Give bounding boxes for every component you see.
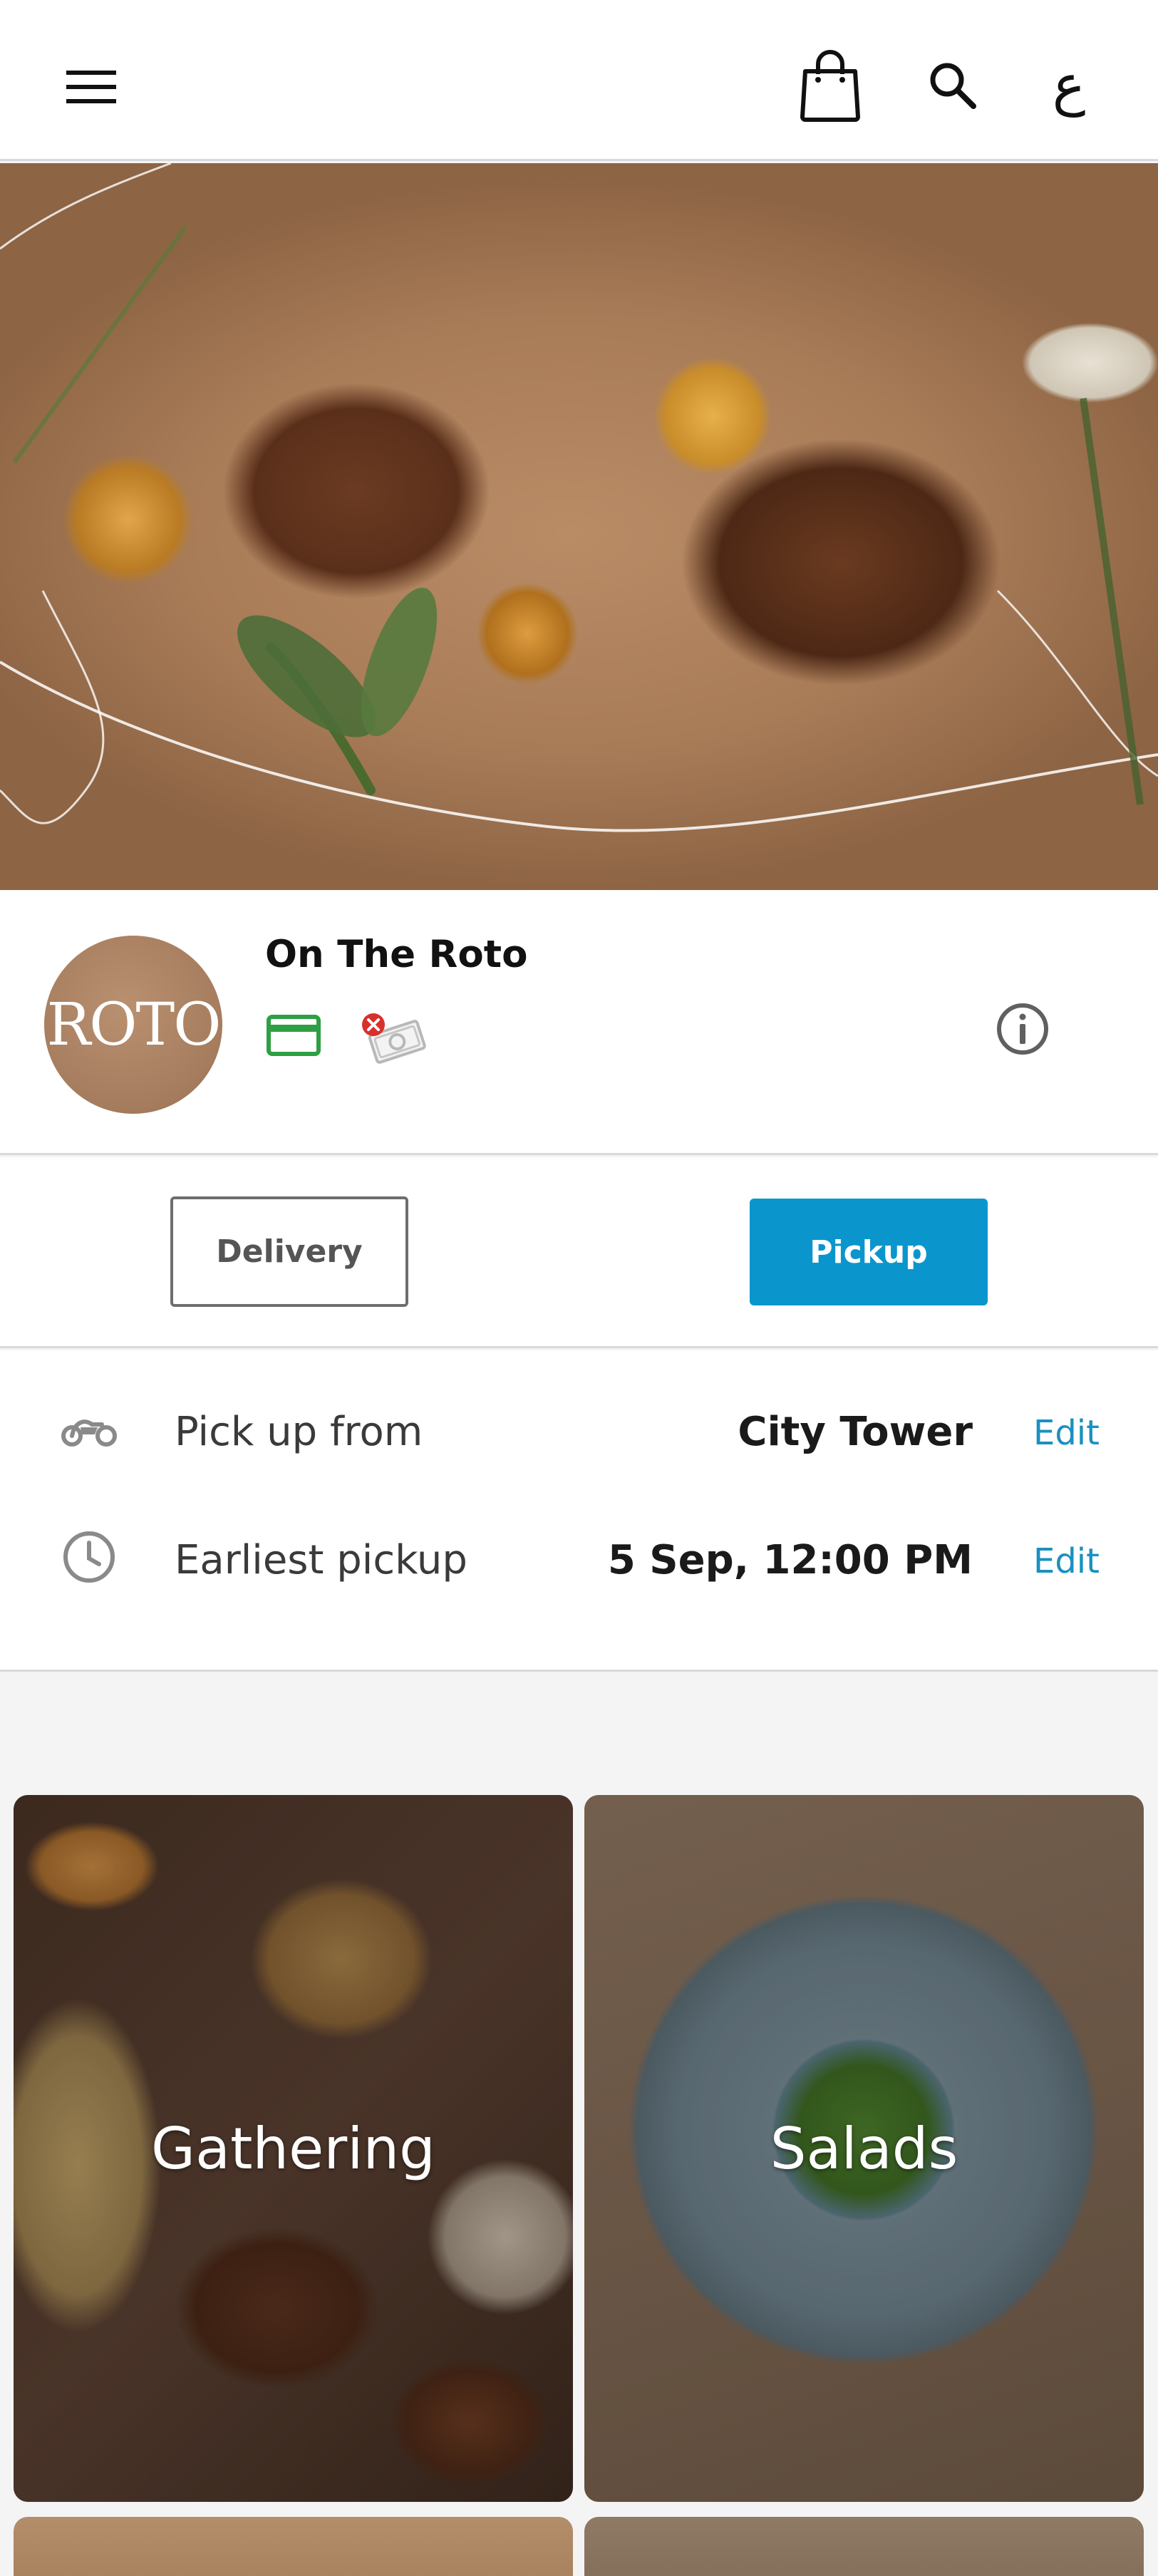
category-tile-partial[interactable]	[14, 2517, 573, 2576]
hero-decoration	[0, 163, 1158, 832]
pickup-details: Pick up from City Tower Edit Earliest pi…	[0, 1350, 1158, 1672]
pickup-location-row: Pick up from City Tower Edit	[0, 1379, 1158, 1479]
pickup-location-value: City Tower	[738, 1409, 973, 1455]
restaurant-logo: ROTO	[44, 936, 222, 1114]
edit-time-link[interactable]: Edit	[1033, 1541, 1100, 1581]
cash-unavailable-icon	[358, 1009, 429, 1070]
hero-image	[0, 163, 1158, 890]
category-tile-partial[interactable]	[584, 2517, 1144, 2576]
delivery-button[interactable]: Delivery	[170, 1196, 408, 1307]
info-icon[interactable]	[991, 997, 1055, 1061]
pickup-time-row: Earliest pickup 5 Sep, 12:00 PM Edit	[0, 1507, 1158, 1607]
pickup-time-label: Earliest pickup	[175, 1537, 467, 1583]
edit-location-link[interactable]: Edit	[1033, 1413, 1100, 1453]
pickup-button[interactable]: Pickup	[750, 1199, 988, 1305]
restaurant-name: On The Roto	[265, 933, 528, 976]
restaurant-info: ROTO On The Roto	[0, 890, 1158, 1155]
order-mode-selector: Delivery Pickup	[0, 1157, 1158, 1348]
shopping-bag-icon[interactable]	[791, 43, 869, 128]
language-toggle[interactable]: ع	[1030, 46, 1108, 125]
menu-icon[interactable]	[56, 51, 127, 123]
menu-categories: Gathering Salads	[0, 1674, 1158, 2576]
category-label: Gathering	[151, 2115, 435, 2182]
app-header: ع	[0, 0, 1158, 161]
pickup-time-value: 5 Sep, 12:00 PM	[607, 1537, 973, 1583]
scooter-icon	[57, 1400, 121, 1457]
credit-card-icon	[267, 1015, 321, 1060]
search-icon[interactable]	[914, 46, 992, 125]
logo-text: ROTO	[46, 990, 222, 1059]
category-tile-gathering[interactable]: Gathering	[14, 1795, 573, 2502]
category-label: Salads	[770, 2115, 958, 2182]
category-tile-salads[interactable]: Salads	[584, 1795, 1144, 2502]
pickup-location-label: Pick up from	[175, 1409, 423, 1455]
clock-icon	[57, 1528, 121, 1586]
